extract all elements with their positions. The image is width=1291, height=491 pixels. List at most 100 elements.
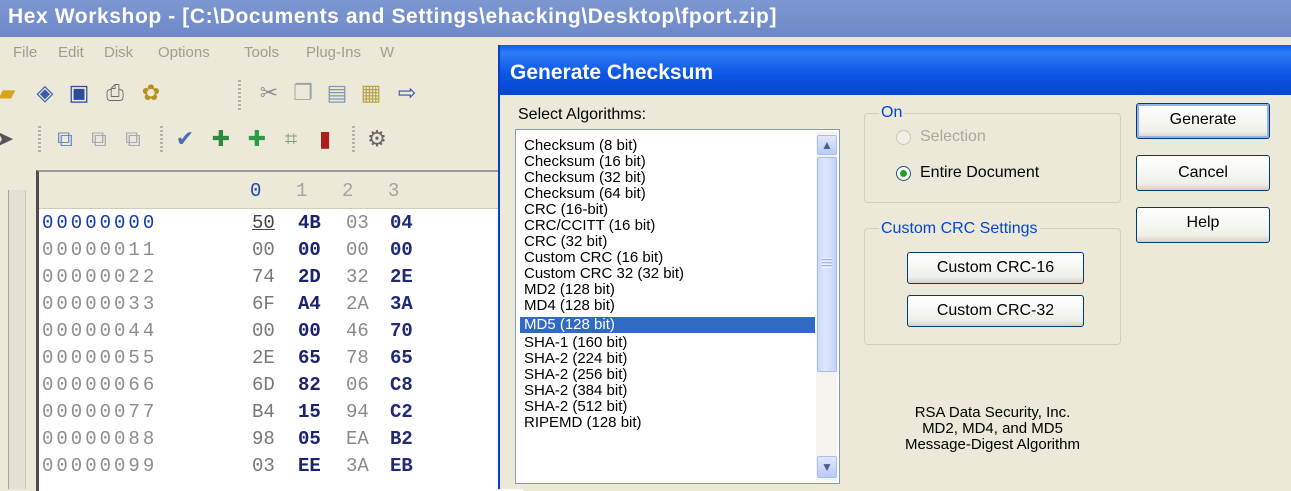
help-button[interactable]: Help [1136,207,1270,243]
hex-byte[interactable]: EA [346,428,369,450]
algorithm-option[interactable]: RIPEMD (128 bit) [524,415,819,431]
algorithm-option[interactable]: Custom CRC 32 (32 bit) [524,266,819,282]
hex-byte[interactable]: 03 [252,455,275,477]
menu-disk[interactable]: Disk [104,44,133,61]
hex-byte[interactable]: 3A [346,455,369,477]
hex-byte[interactable]: 00 [252,239,275,261]
statistics-icon[interactable]: ▮ [312,126,338,152]
hex-byte[interactable]: 00 [390,239,413,261]
algorithm-option[interactable]: Checksum (32 bit) [524,170,819,186]
structure-icon[interactable]: ⌗ [278,126,304,152]
hex-byte[interactable]: 2E [390,266,413,288]
bookmark-icon[interactable]: ✚ [244,126,270,152]
hex-byte[interactable]: 04 [390,212,413,234]
menu-window[interactable]: W [380,44,394,61]
operations-icon[interactable]: ✚ [208,126,234,152]
hex-byte[interactable]: 98 [252,428,275,450]
back-icon[interactable]: ➤ [0,126,18,152]
algorithms-listbox[interactable]: Checksum (8 bit) Checksum (16 bit) Check… [515,129,840,484]
hex-row[interactable]: 00000099 03 EE 3A EB [42,455,520,479]
algorithm-option[interactable]: SHA-2 (224 bit) [524,351,819,367]
hex-row[interactable]: 00000044 00 00 46 70 [42,320,520,344]
checksum-icon[interactable]: ✔ [172,126,198,152]
compare-next-icon[interactable]: ⧉ [86,126,112,152]
hex-byte[interactable]: 50 [252,212,275,234]
compare-icon[interactable]: ⧉ [52,126,78,152]
paste-special-icon[interactable]: ▦ [358,80,384,106]
hex-row[interactable]: 00000055 2E 65 78 65 [42,347,520,371]
compare-prev-icon[interactable]: ⧉ [120,126,146,152]
hex-byte[interactable]: 32 [346,266,369,288]
menu-options[interactable]: Options [158,44,210,61]
entire-document-radio-label[interactable]: Entire Document [920,164,1039,182]
hex-row[interactable]: 00000022 74 2D 32 2E [42,266,520,290]
copy-icon[interactable]: ❐ [290,80,316,106]
new-file-icon[interactable]: ▰ [0,80,20,106]
settings-gear-icon[interactable]: ⚙ [364,126,390,152]
hex-byte[interactable]: C8 [390,374,413,396]
custom-crc32-button[interactable]: Custom CRC-32 [907,295,1084,327]
hex-byte[interactable]: EB [390,455,413,477]
hex-byte[interactable]: B4 [252,401,275,423]
algorithm-option[interactable]: Checksum (16 bit) [524,154,819,170]
entire-document-radio[interactable] [896,166,911,181]
algorithm-option[interactable]: CRC/CCITT (16 bit) [524,218,819,234]
hex-row[interactable]: 00000011 00 00 00 00 [42,239,520,263]
hex-byte[interactable]: 00 [252,320,275,342]
hex-row[interactable]: 00000066 6D 82 06 C8 [42,374,520,398]
hex-byte[interactable]: 78 [346,347,369,369]
insert-icon[interactable]: ⇨ [394,80,420,106]
hex-byte[interactable]: 00 [298,320,321,342]
cancel-button[interactable]: Cancel [1136,155,1270,191]
hex-byte[interactable]: 6F [252,293,275,315]
algorithm-option[interactable]: MD2 (128 bit) [524,282,819,298]
algorithm-option[interactable]: Checksum (64 bit) [524,186,819,202]
hex-byte[interactable]: 65 [390,347,413,369]
hex-byte[interactable]: 2E [252,347,275,369]
hex-byte[interactable]: 06 [346,374,369,396]
menu-tools[interactable]: Tools [244,44,279,61]
menu-edit[interactable]: Edit [58,44,84,61]
hex-byte[interactable]: 05 [298,428,321,450]
algorithm-option[interactable]: CRC (16-bit) [524,202,819,218]
hex-byte[interactable]: 00 [298,239,321,261]
hex-byte[interactable]: EE [298,455,321,477]
hex-row[interactable]: 00000077 B4 15 94 C2 [42,401,520,425]
algorithm-option[interactable]: SHA-1 (160 bit) [524,335,819,351]
algorithm-option[interactable]: Checksum (8 bit) [524,138,819,154]
paste-icon[interactable]: ▤ [324,80,350,106]
algorithm-option[interactable]: SHA-2 (512 bit) [524,399,819,415]
algorithm-option[interactable]: Custom CRC (16 bit) [524,250,819,266]
hex-byte[interactable]: 82 [298,374,321,396]
properties-icon[interactable]: ✿ [138,80,164,106]
save-icon[interactable]: ▣ [66,80,92,106]
hex-byte[interactable]: 00 [346,239,369,261]
print-icon[interactable]: ⎙ [102,80,128,106]
scroll-up-arrow-icon[interactable]: ▲ [817,135,837,155]
menu-file[interactable]: File [13,44,37,61]
hex-byte[interactable]: 6D [252,374,275,396]
algorithm-option-selected[interactable]: MD5 (128 bit) [520,317,815,333]
hex-byte[interactable]: 94 [346,401,369,423]
hex-byte[interactable]: 15 [298,401,321,423]
algorithm-option[interactable]: MD4 (128 bit) [524,298,819,314]
hex-byte[interactable]: 74 [252,266,275,288]
hex-row[interactable]: 00000088 98 05 EA B2 [42,428,520,452]
hex-row[interactable]: 00000033 6F A4 2A 3A [42,293,520,317]
algorithm-option[interactable]: SHA-2 (384 bit) [524,383,819,399]
hex-byte[interactable]: 46 [346,320,369,342]
hex-byte[interactable]: C2 [390,401,413,423]
hex-byte[interactable]: 2A [346,293,369,315]
generate-button[interactable]: Generate [1136,103,1270,139]
scroll-down-arrow-icon[interactable]: ▼ [817,456,837,478]
menu-plugins[interactable]: Plug-Ins [306,44,361,61]
cut-icon[interactable]: ✂ [256,80,282,106]
hex-byte[interactable]: B2 [390,428,413,450]
custom-crc16-button[interactable]: Custom CRC-16 [907,252,1084,284]
hex-byte[interactable]: 2D [298,266,321,288]
hex-row[interactable]: 00000000 50 4B 03 04 [42,212,520,236]
hex-byte[interactable]: 70 [390,320,413,342]
algorithm-option[interactable]: SHA-2 (256 bit) [524,367,819,383]
hex-byte[interactable]: 65 [298,347,321,369]
hex-byte[interactable]: A4 [298,293,321,315]
